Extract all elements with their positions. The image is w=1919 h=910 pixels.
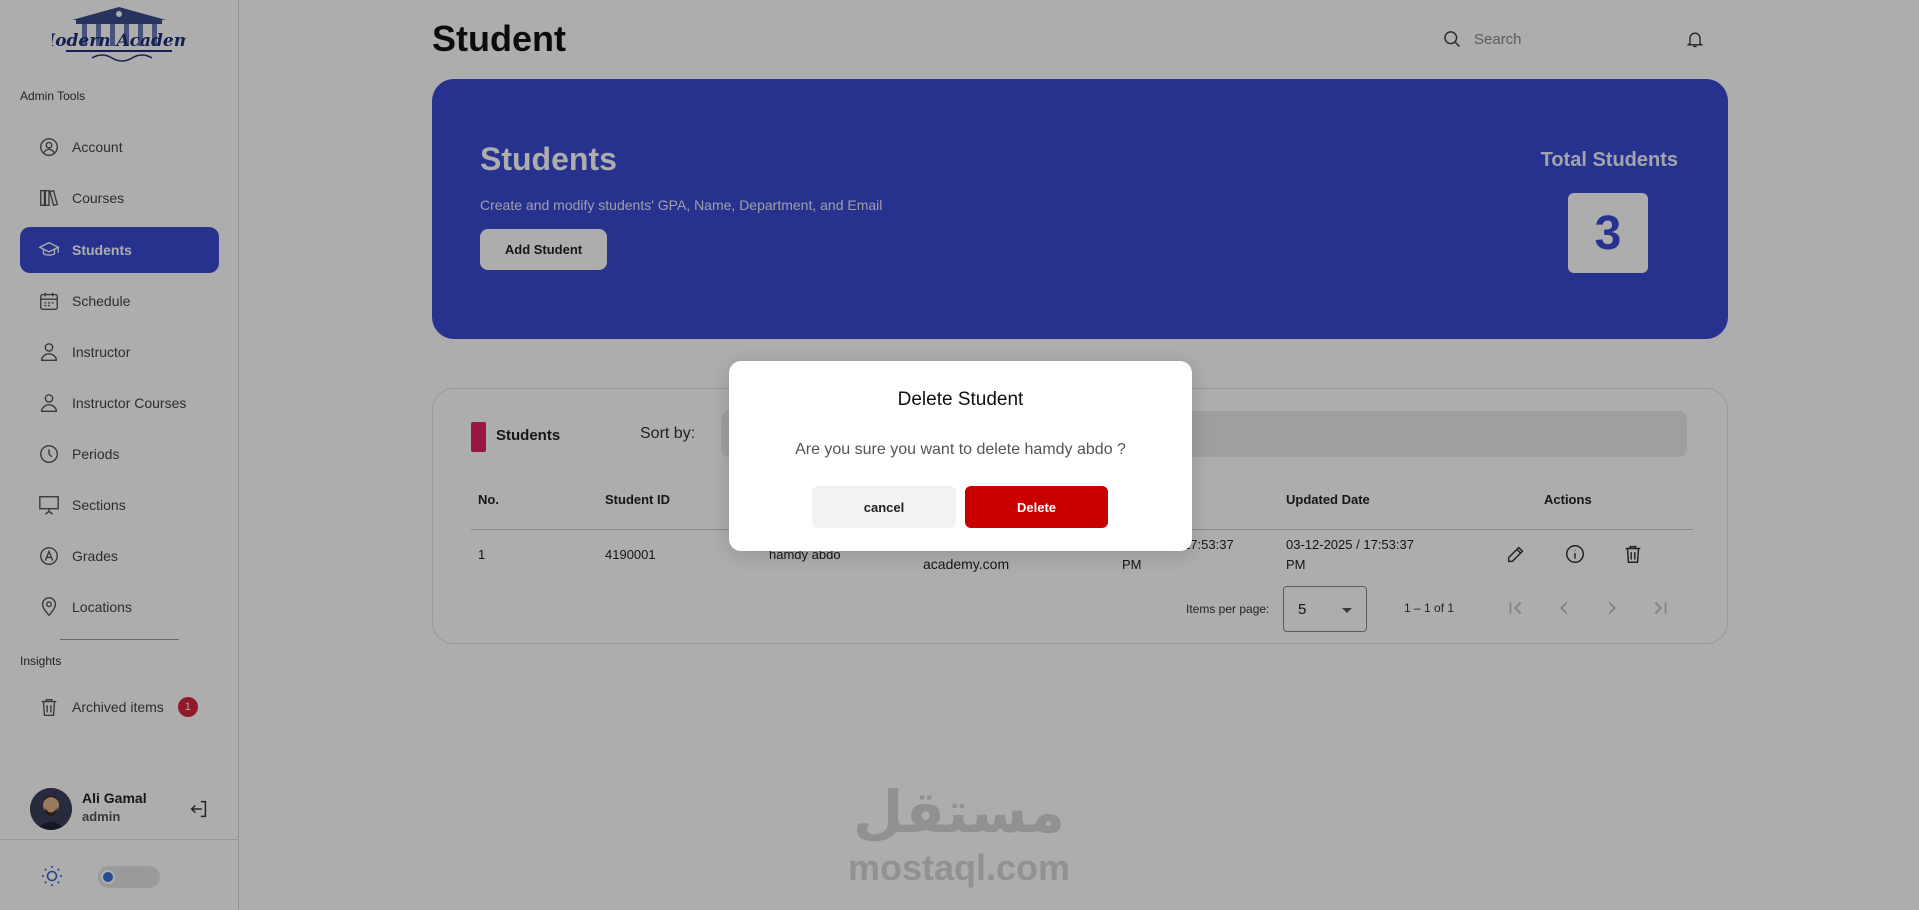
dialog-message: Are you sure you want to delete hamdy ab…	[795, 441, 1126, 458]
cancel-button[interactable]: cancel	[812, 486, 956, 528]
dialog-title: Delete Student	[897, 389, 1024, 410]
confirm-delete-button[interactable]: Delete	[965, 486, 1108, 528]
delete-student-dialog: Delete Student Are you sure you want to …	[729, 361, 1192, 551]
